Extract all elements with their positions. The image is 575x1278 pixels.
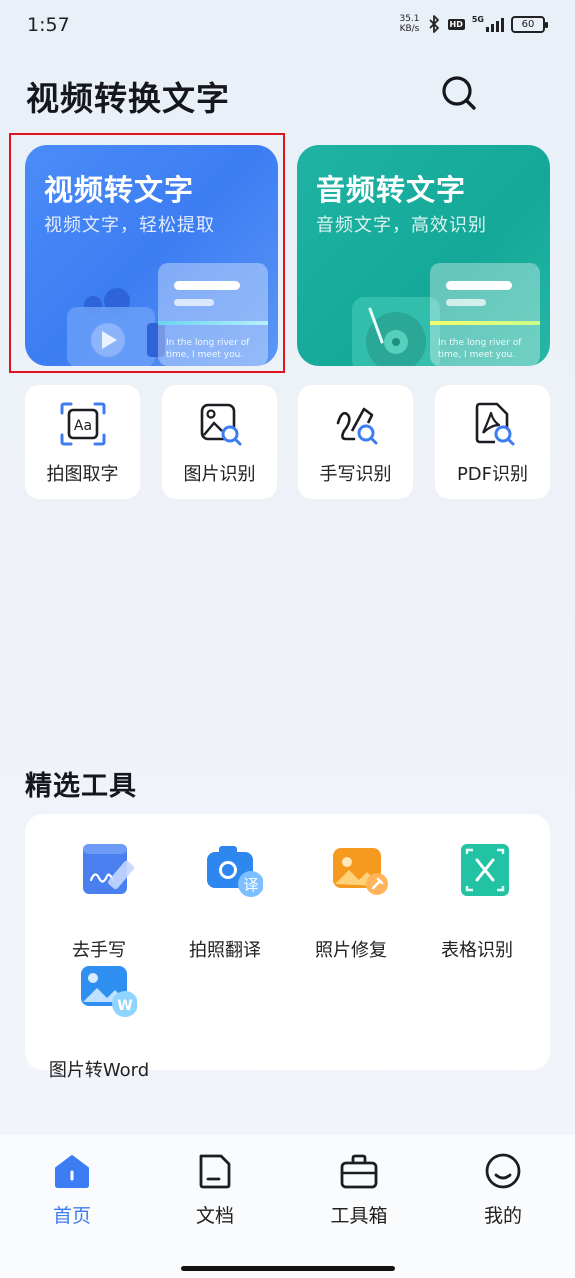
home-icon (55, 1155, 89, 1188)
photo-repair-icon (333, 848, 388, 895)
handwriting-search-icon (336, 407, 378, 445)
nav-home[interactable]: 首页 (22, 1151, 122, 1231)
feature-image-to-word[interactable]: W 图片转Word (39, 960, 159, 1081)
camera-translate-icon: 译 (207, 846, 263, 897)
quick-tool-label: 拍图取字 (46, 464, 119, 485)
translate-badge: 译 (243, 876, 258, 894)
image-search-icon (200, 403, 242, 446)
search-button[interactable] (440, 74, 478, 112)
bluetooth-icon (428, 15, 439, 33)
hero-subtitle: 音频文字，高效识别 (316, 215, 487, 236)
nav-profile[interactable]: 我的 (453, 1151, 553, 1231)
profile-icon (485, 1153, 521, 1189)
nav-label: 首页 (52, 1205, 91, 1227)
toolbox-icon (340, 1154, 378, 1189)
feature-table-recognition[interactable]: 表格识别 (417, 840, 537, 961)
net-speed: 35.1 KB/s (399, 14, 419, 34)
feature-remove-handwriting[interactable]: 去手写 (39, 840, 159, 961)
nav-label: 我的 (483, 1205, 522, 1227)
hero-sample-text: In the long river of time, I meet you. (438, 338, 522, 360)
signal-bars (486, 16, 504, 32)
status-time: 1:57 (27, 14, 70, 36)
status-icons: 35.1 KB/s HD 5G 60 (399, 14, 548, 34)
vinyl-record-icon (352, 297, 440, 366)
remove-handwriting-icon (83, 844, 135, 894)
table-recognition-icon (461, 844, 509, 896)
word-badge: W (117, 998, 132, 1014)
text-scan-icon: Aa (60, 402, 106, 446)
search-icon (442, 76, 476, 110)
bottom-nav: 首页 文档 工具箱 我的 (0, 1135, 575, 1278)
hd-badge: HD (447, 18, 465, 30)
network-type: 5G (471, 15, 484, 24)
pdf-search-icon (475, 402, 515, 446)
signal-icon: 5G (472, 16, 504, 32)
nav-label: 文档 (195, 1205, 234, 1227)
feature-camera-translate[interactable]: 译 拍照翻译 (165, 840, 285, 961)
quick-tool-label: PDF识别 (456, 464, 529, 485)
home-indicator (181, 1266, 395, 1271)
page-title: 视频转换文字 (26, 79, 230, 118)
featured-tools-panel: 去手写 译 拍照翻译 照片修复 表格识别 W 图片转Word (25, 814, 550, 1081)
quick-tool-photo-text[interactable]: Aa 拍图取字 (25, 385, 140, 499)
battery-icon: 60 (511, 15, 548, 33)
nav-label: 工具箱 (330, 1205, 388, 1227)
quick-tool-label: 图片识别 (183, 464, 256, 485)
svg-text:Aa: Aa (74, 418, 92, 434)
section-title: 精选工具 (25, 771, 137, 802)
feature-label: 表格识别 (441, 940, 513, 961)
battery-level: 60 (521, 18, 535, 30)
image-to-word-icon: W (81, 966, 137, 1017)
document-icon (199, 1154, 231, 1189)
quick-tool-pdf[interactable]: PDF识别 (435, 385, 550, 499)
feature-label: 图片转Word (48, 1060, 150, 1081)
quick-tool-handwriting[interactable]: 手写识别 (298, 385, 413, 499)
quick-tool-image-recognition[interactable]: 图片识别 (162, 385, 277, 499)
feature-photo-repair[interactable]: 照片修复 (291, 840, 411, 961)
selection-highlight (9, 133, 285, 373)
hero-text-panel: In the long river of time, I meet you. (430, 263, 540, 366)
quick-tool-label: 手写识别 (319, 464, 392, 485)
nav-documents[interactable]: 文档 (165, 1151, 265, 1231)
feature-label: 去手写 (72, 940, 126, 961)
audio-to-text-card[interactable]: 音频转文字 音频文字，高效识别 In the long river of tim… (297, 145, 550, 366)
feature-label: 拍照翻译 (189, 940, 261, 961)
hero-title: 音频转文字 (316, 173, 467, 207)
net-speed-value: 35.1 (399, 14, 420, 24)
nav-toolbox[interactable]: 工具箱 (309, 1151, 409, 1231)
status-bar: 1:57 35.1 KB/s HD 5G 60 (0, 0, 575, 52)
net-speed-unit: KB/s (399, 24, 420, 34)
feature-label: 照片修复 (315, 940, 387, 961)
